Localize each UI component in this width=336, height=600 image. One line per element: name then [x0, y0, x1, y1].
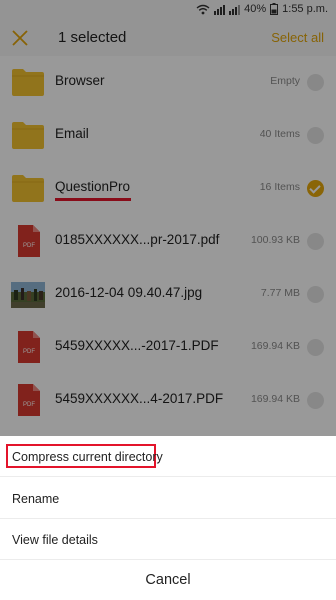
divider — [0, 476, 336, 477]
view-file-details-option[interactable]: View file details — [12, 533, 98, 547]
bottom-sheet-menu: Compress current directory Rename View f… — [0, 436, 336, 600]
cancel-button[interactable]: Cancel — [0, 572, 336, 588]
rename-option[interactable]: Rename — [12, 492, 59, 506]
divider — [0, 518, 336, 519]
dim-overlay[interactable] — [0, 0, 336, 436]
divider — [0, 559, 336, 560]
compress-directory-option[interactable]: Compress current directory — [12, 450, 163, 464]
